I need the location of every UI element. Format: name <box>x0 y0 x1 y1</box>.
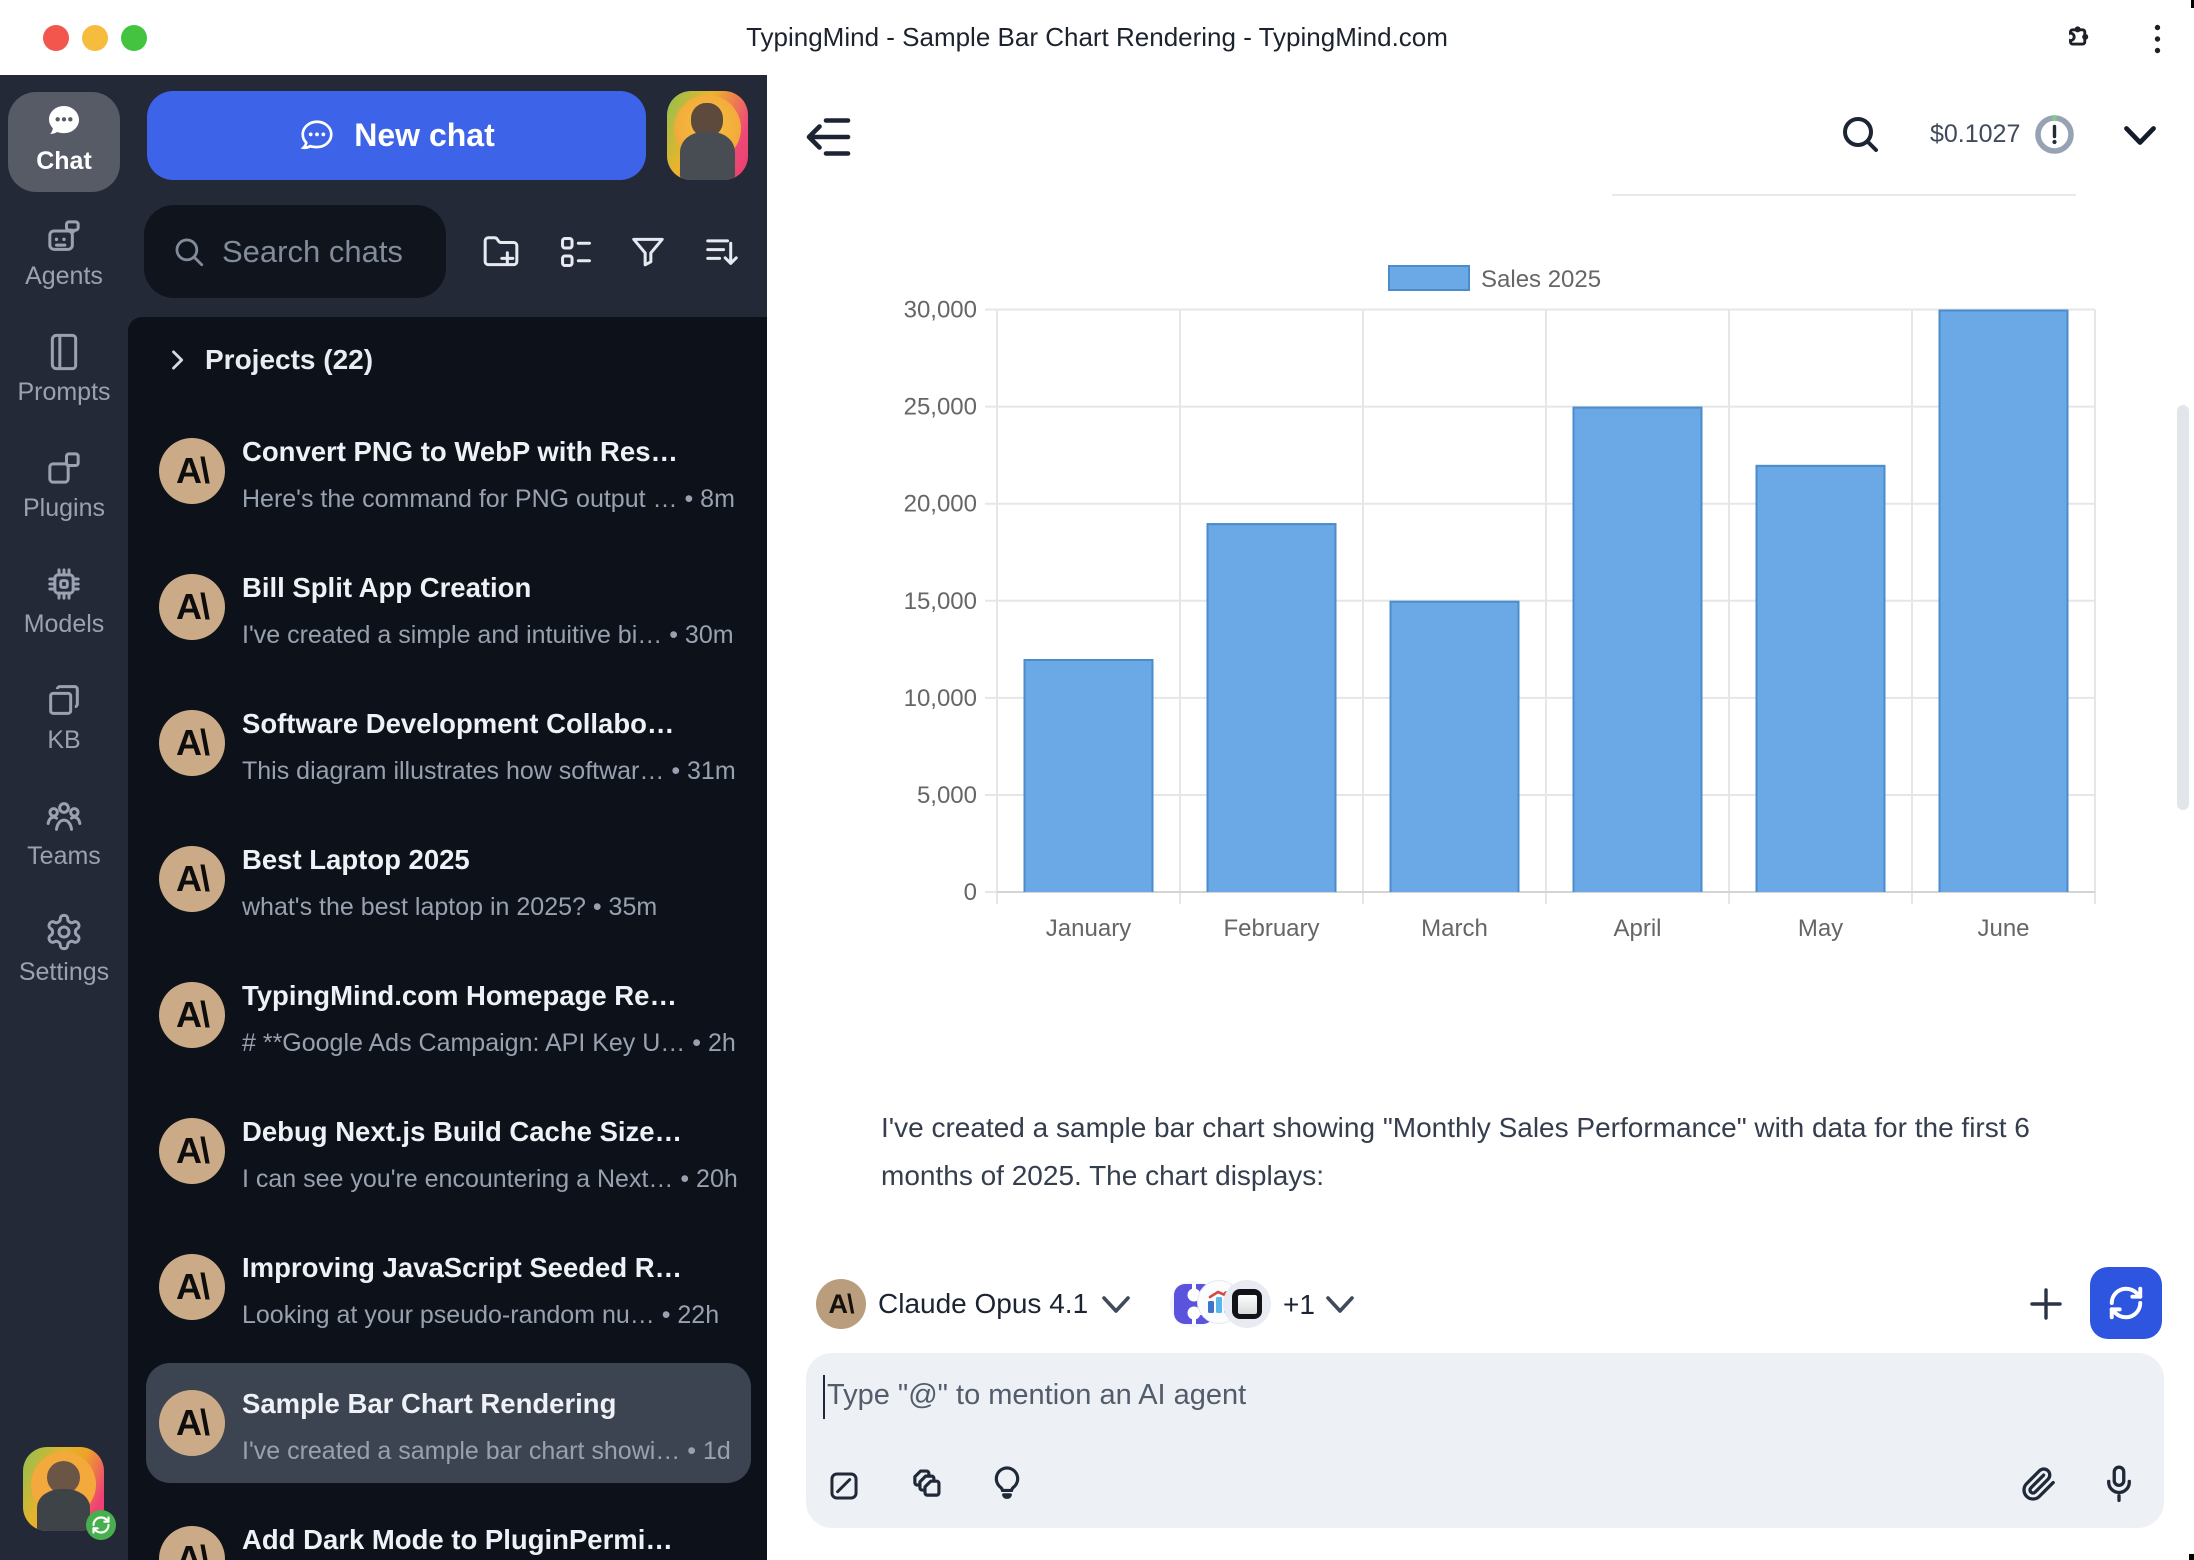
svg-text:March: March <box>1421 915 1488 942</box>
svg-text:April: April <box>1613 915 1661 942</box>
svg-text:February: February <box>1223 915 1319 942</box>
svg-text:30,000: 30,000 <box>904 297 977 324</box>
svg-text:January: January <box>1046 915 1131 942</box>
svg-text:25,000: 25,000 <box>904 394 977 421</box>
svg-text:May: May <box>1798 915 1843 942</box>
svg-text:June: June <box>1977 915 2029 942</box>
svg-text:10,000: 10,000 <box>904 685 977 712</box>
svg-text:Sales 2025: Sales 2025 <box>1481 266 1601 293</box>
svg-text:20,000: 20,000 <box>904 491 977 518</box>
svg-text:15,000: 15,000 <box>904 588 977 615</box>
svg-text:5,000: 5,000 <box>917 782 977 809</box>
svg-text:0: 0 <box>964 879 977 906</box>
